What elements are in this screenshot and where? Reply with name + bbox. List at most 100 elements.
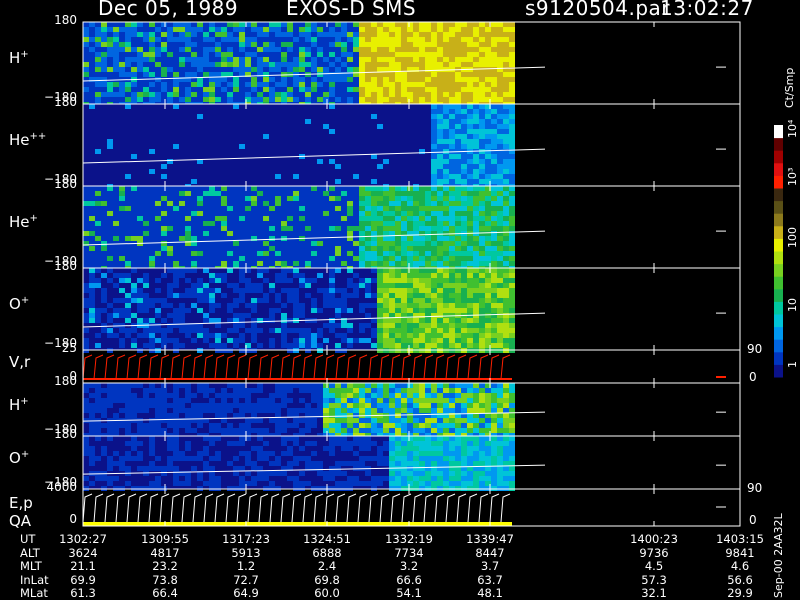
ephemeris-value: 9736 (639, 545, 669, 560)
y-tick-top: 180 (54, 13, 77, 27)
line-series (82, 354, 511, 380)
colorbar-swatch (774, 137, 783, 151)
colorbar-swatch (774, 238, 783, 252)
colorbar-tick: 10 (786, 298, 799, 312)
y-tick-top: 25 (61, 341, 77, 355)
right-tick-bottom: 0 (749, 370, 757, 384)
panel-label: He++ (9, 131, 46, 149)
ephemeris-row: InLat 69.9 73.8 72.7 69.8 66.6 63.7 57.3 56.6 (0, 572, 800, 587)
panel-2 (82, 185, 741, 271)
plot-time: 13:02:27 (660, 0, 754, 20)
ephemeris-value: 5913 (231, 545, 261, 560)
colorbar-swatch (774, 162, 783, 176)
colorbar-tick: 10⁴ (786, 119, 799, 138)
panel-5 (82, 382, 741, 438)
right-tick-top: 90 (747, 342, 763, 356)
ephemeris-value: 72.7 (233, 572, 259, 587)
ephemeris-value: 7734 (394, 545, 424, 560)
colorbar-swatch (774, 150, 783, 164)
panel-label: O+ (9, 449, 29, 467)
y-tick-top: 180 (54, 374, 77, 388)
ephemeris-value: 69.9 (70, 572, 96, 587)
ephemeris-value: 73.8 (152, 572, 178, 587)
panel-label-base: H (9, 395, 21, 414)
ephemeris-value: 57.3 (641, 572, 667, 587)
ephemeris-value: 1403:15 (716, 532, 764, 546)
panel-label-base: He (9, 213, 30, 231)
colorbar (774, 125, 783, 378)
ephemeris-value: 3.2 (399, 559, 419, 573)
panel-3 (82, 267, 741, 353)
ephemeris-table: UT 1302:27 1309:55 1317:23 1324:51 1332:19 133… (0, 532, 800, 600)
panel-6 (82, 435, 741, 491)
ephemeris-row-label: MLat (20, 586, 48, 600)
colorbar-swatch (774, 125, 783, 139)
right-tick-bottom: 0 (749, 513, 757, 527)
panel-label-base: H (9, 49, 21, 67)
ephemeris-value: 69.8 (314, 572, 340, 587)
ephemeris-value: 32.1 (641, 586, 667, 600)
ephemeris-value: 21.1 (70, 559, 96, 573)
panel-label-base: V,r (9, 352, 31, 371)
ephemeris-value: 1309:55 (141, 532, 189, 546)
colorbar-swatch (774, 339, 783, 353)
ephemeris-value: 29.9 (727, 586, 753, 600)
colorbar-tick: 1 (786, 361, 799, 368)
panel-1 (82, 103, 741, 189)
ephemeris-value: 4817 (150, 545, 180, 560)
file-name: s9120504.par (525, 0, 671, 20)
panel-label: He+ (9, 213, 38, 231)
y-tick-top: 4000 (46, 480, 77, 494)
colorbar-swatch (774, 288, 783, 302)
line-series (82, 493, 511, 523)
y-tick-bottom: 0 (69, 512, 77, 526)
panel-label-sup: + (20, 49, 29, 60)
colorbar-unit-label: Ct/Smp (783, 67, 796, 108)
ephemeris-value: 4.6 (730, 559, 750, 573)
ephemeris-row: MLat 61.3 66.4 64.9 60.0 54.1 48.1 32.1 29.9 (0, 586, 800, 600)
colorbar-swatch (774, 200, 783, 214)
ephemeris-value: 8447 (475, 545, 505, 560)
ephemeris-value: 64.9 (233, 586, 259, 600)
colorbar-swatch (774, 301, 783, 315)
spectrogram-chart (82, 21, 783, 527)
y-tick-top: 180 (54, 177, 77, 191)
panel-7 (82, 488, 741, 527)
panel-label-sup: + (20, 295, 30, 306)
ephemeris-value: 4.5 (644, 559, 664, 573)
panel-label-base: E,p (9, 493, 33, 512)
y-tick-top: 180 (54, 259, 77, 273)
ephemeris-value: 56.6 (727, 572, 753, 587)
panel-label-base: He (9, 131, 30, 149)
panel-label-sup: ++ (29, 131, 47, 142)
ephemeris-value: 54.1 (396, 586, 422, 600)
ephemeris-value: 63.7 (477, 572, 503, 587)
colorbar-swatch (774, 364, 783, 378)
plot-title-date: Dec 05, 1989 (98, 0, 239, 20)
ephemeris-value: 1302:27 (59, 532, 107, 546)
colorbar-swatch (774, 213, 783, 227)
y-tick-top: 180 (54, 427, 77, 441)
ephemeris-value: 1400:23 (630, 532, 678, 546)
panel-label: E,p (9, 494, 33, 512)
ephemeris-value: 61.3 (70, 586, 96, 600)
ephemeris-row: UT 1302:27 1309:55 1317:23 1324:51 1332:19 133… (0, 532, 800, 546)
colorbar-swatch (774, 351, 783, 365)
ephemeris-value: 2.4 (317, 559, 337, 573)
ephemeris-value: 48.1 (477, 586, 503, 600)
panel-0 (82, 21, 741, 107)
panel-label-2: QA (9, 512, 32, 530)
panel-label-sup: + (20, 395, 29, 407)
colorbar-swatch (774, 263, 783, 277)
colorbar-swatch (774, 175, 783, 189)
colorbar-tick: 100 (786, 227, 799, 248)
ephemeris-value: 6888 (312, 545, 342, 560)
ephemeris-value: 3624 (68, 545, 98, 560)
ephemeris-row: ALT 3624 4817 5913 6888 7734 8447 9736 9841 (0, 545, 800, 560)
ephemeris-row-label: ALT (20, 545, 40, 560)
colorbar-swatch (774, 276, 783, 290)
colorbar-swatch (774, 225, 783, 239)
panel-4 (82, 349, 741, 384)
ephemeris-value: 66.6 (396, 572, 422, 587)
panel-label-sup: + (29, 213, 38, 224)
